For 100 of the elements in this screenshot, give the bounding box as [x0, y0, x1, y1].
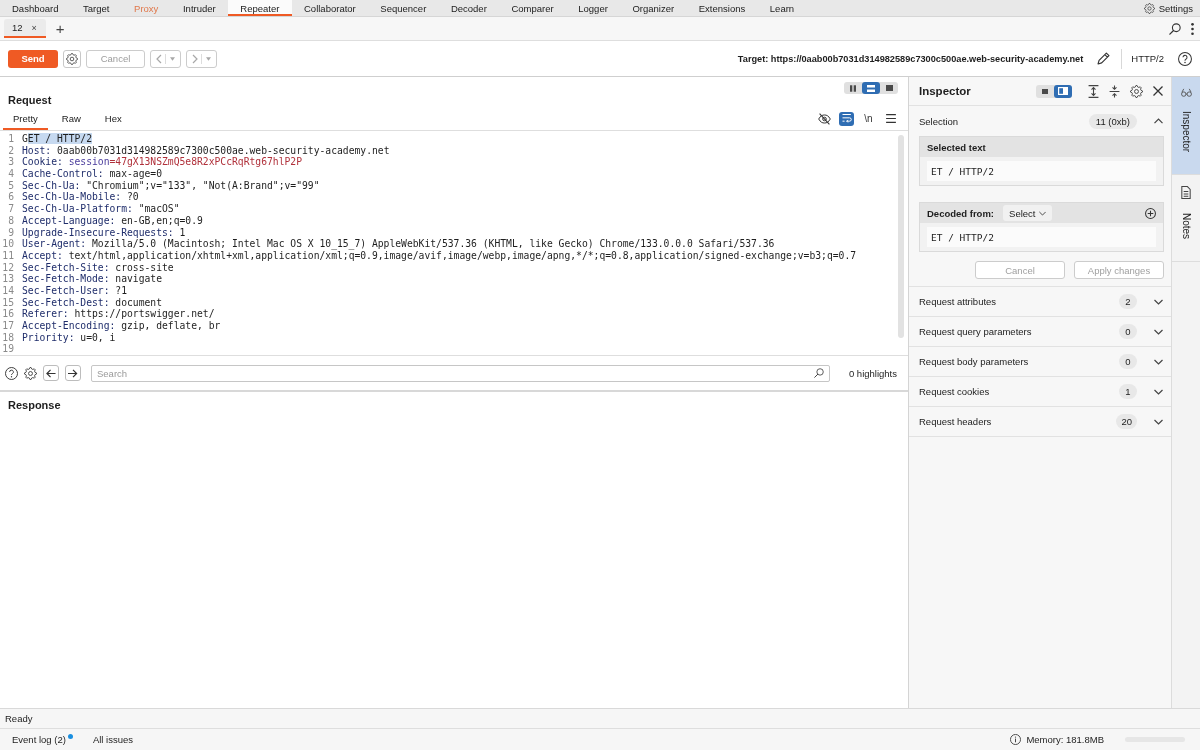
menu-tab[interactable]: Target [70, 0, 122, 16]
chevron-down-icon[interactable] [1154, 298, 1163, 305]
document-icon [1181, 186, 1191, 200]
target-url: Target: https://0aab00b7031d314982589c7300c500ae.web-security-academy.net [737, 53, 1084, 64]
arrow-left-icon [46, 368, 56, 378]
caret-down-icon [206, 56, 212, 61]
pencil-icon[interactable] [1097, 52, 1111, 65]
line-number: 19 [1, 343, 14, 356]
close-icon[interactable] [1153, 86, 1163, 96]
code-line: Sec-Ch-Ua-Mobile: ?0 [22, 191, 139, 204]
menu-tab[interactable]: Sequencer [368, 0, 439, 16]
settings-icon [1143, 2, 1155, 14]
line-number: 4 [7, 168, 14, 180]
event-log-link[interactable]: Event log (2) [12, 734, 66, 745]
section-title[interactable]: Request body parameters [919, 356, 1119, 367]
wrap-lines-icon [841, 114, 852, 123]
code-line: Referer: https://portswigger.net/ [22, 308, 215, 320]
section-title[interactable]: Request cookies [919, 386, 1119, 397]
wrap-lines-button[interactable] [839, 111, 854, 126]
menu-tab[interactable]: Repeater [228, 0, 292, 16]
code-line: Cookie: session=47gX13NSZmQ5e8R2xPCcRqRtg67hlP2P [22, 156, 302, 169]
section-title[interactable]: Request query parameters [919, 326, 1119, 337]
menu-tab[interactable]: Logger [565, 0, 621, 16]
line-number: 11 [1, 249, 14, 262]
expand-all-icon[interactable] [1088, 84, 1099, 98]
status-text: Ready [5, 713, 33, 724]
section-title[interactable]: Selection [919, 115, 1089, 127]
menu-tab[interactable]: Comparer [499, 0, 566, 16]
menu-tab[interactable]: Collaborator [291, 0, 369, 16]
code-line: Priority: u=0, i [22, 331, 116, 344]
memory-usage: Memory: 181.8MB [1026, 734, 1104, 745]
view-tab[interactable]: Pretty [3, 107, 48, 130]
section-title[interactable]: Request headers [919, 416, 1117, 427]
settings-button[interactable]: Settings [1139, 0, 1200, 16]
menu-tab[interactable]: Dashboard [0, 0, 71, 16]
code-line: Upgrade-Insecure-Requests: 1 [22, 226, 186, 239]
search-field[interactable]: Search [91, 364, 830, 382]
code-line: GET / HTTP/2 [22, 133, 92, 145]
close-tab-button[interactable]: × [31, 22, 37, 33]
line-number: 13 [1, 273, 14, 285]
code-line: Cache-Control: max-age=0 [22, 168, 162, 180]
scrollbar[interactable] [898, 135, 904, 338]
chevron-down-icon[interactable] [1154, 418, 1163, 425]
menu-tab[interactable]: Organizer [620, 0, 687, 16]
menu-tab[interactable]: Intruder [170, 0, 228, 16]
next-match-button[interactable] [65, 365, 81, 381]
side-tab[interactable]: Inspector [1172, 77, 1200, 176]
collapse-all-icon[interactable] [1109, 84, 1120, 98]
section-title[interactable]: Request attributes [919, 296, 1119, 307]
view-tab[interactable]: Hex [94, 107, 132, 130]
settings-icon[interactable] [24, 366, 37, 380]
vertical-dots-icon[interactable] [1191, 22, 1194, 35]
code-line: Sec-Ch-Ua: "Chromium";v="133", "Not(A:Brand";v="99" [22, 179, 320, 192]
chevron-down-icon [1039, 210, 1047, 216]
inspector-title: Inspector [919, 85, 971, 97]
encoding-dropdown[interactable]: Select [1003, 205, 1053, 221]
two-columns-icon [850, 84, 856, 92]
line-number: 1 [7, 133, 14, 145]
all-issues-link[interactable]: All issues [92, 734, 133, 745]
decoded-text-field[interactable]: ET / HTTP/2 [927, 227, 1156, 247]
glasses-icon [1180, 88, 1192, 97]
line-number: 15 [1, 296, 14, 309]
code-line: User-Agent: Mozilla/5.0 (Macintosh; Intel Mac OS X 10_15_7) AppleWebKit/537.36 (KHTML, like Gecko) Chrome/133.0.0.0 Safari/537.36 [22, 238, 775, 250]
wide-layout-button[interactable] [1054, 84, 1072, 98]
plus-circle-icon[interactable] [1145, 207, 1156, 219]
chevron-down-icon[interactable] [1154, 388, 1163, 395]
new-tab-button[interactable]: + [52, 21, 68, 36]
selected-text-field[interactable]: ET / HTTP/2 [927, 161, 1156, 181]
stacked-layout-button[interactable] [862, 82, 880, 94]
search-icon[interactable] [1169, 22, 1181, 35]
view-tab[interactable]: Raw [51, 107, 91, 130]
search-icon[interactable] [813, 368, 824, 378]
chevron-down-icon[interactable] [1154, 328, 1163, 335]
settings-button[interactable] [63, 49, 81, 68]
chevron-down-icon[interactable] [1154, 358, 1163, 365]
line-number: 5 [7, 179, 14, 192]
settings-icon[interactable] [1130, 84, 1143, 98]
line-number: 7 [7, 203, 14, 215]
line-number: 14 [1, 284, 14, 297]
panel-title: Selected text [927, 141, 986, 153]
caret-down-icon [170, 56, 176, 61]
highlight-count: 0 highlights [848, 367, 897, 379]
info-icon[interactable] [1010, 734, 1022, 745]
help-icon[interactable] [1178, 51, 1192, 66]
menu-tab[interactable]: Learn [757, 0, 807, 16]
menu-tab[interactable]: Extensions [686, 0, 758, 16]
newline-toggle-button[interactable]: \n [861, 111, 876, 126]
chevron-up-icon[interactable] [1154, 118, 1163, 124]
count-badge: 0 [1119, 324, 1137, 339]
request-tab[interactable]: 12 × [4, 19, 46, 38]
help-icon[interactable] [5, 366, 18, 380]
editor-menu-button[interactable] [883, 111, 898, 126]
square-icon [1042, 88, 1048, 94]
line-number: 12 [1, 261, 14, 274]
side-tab[interactable]: Notes [1172, 175, 1200, 263]
menu-tab[interactable]: Decoder [438, 0, 500, 16]
eye-slash-icon [818, 112, 831, 125]
previous-match-button[interactable] [43, 365, 59, 381]
http-version-label[interactable]: HTTP/2 [1131, 53, 1164, 64]
hide-toggle-button[interactable] [817, 111, 832, 126]
